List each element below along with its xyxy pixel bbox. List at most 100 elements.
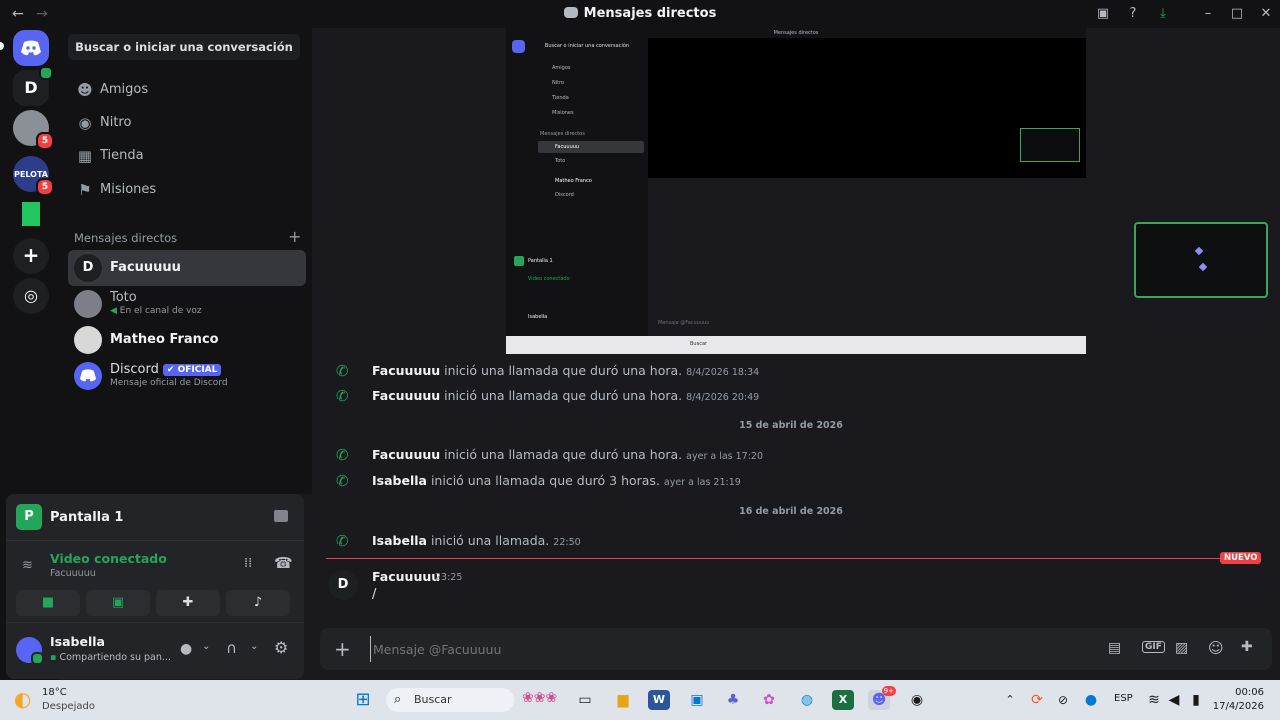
- screen-share-icon: ▣: [111, 595, 125, 610]
- nav-friends[interactable]: ☻ Amigos: [68, 75, 306, 105]
- microphone-tray-icon[interactable]: ●: [1080, 690, 1102, 710]
- message-time: 23:25: [435, 572, 463, 583]
- stream-nav-quests: Misiones: [552, 110, 574, 116]
- create-dm-icon[interactable]: +: [288, 227, 301, 246]
- server-d[interactable]: D: [13, 66, 53, 106]
- task-view-icon[interactable]: ▭: [574, 690, 596, 710]
- activities-button[interactable]: ✚: [156, 590, 220, 616]
- weather-temp[interactable]: 18°C: [42, 687, 67, 698]
- stream-dm-3: Matheo Franco: [555, 178, 592, 184]
- word-icon[interactable]: W: [648, 690, 670, 710]
- disconnect-icon[interactable]: ☎: [274, 554, 293, 572]
- maximize-icon[interactable]: □: [1229, 6, 1245, 22]
- emoji-icon[interactable]: ☺: [1208, 639, 1224, 657]
- network-off-icon[interactable]: ⊘: [1052, 690, 1074, 710]
- server-pelota[interactable]: PELOTA 5: [13, 156, 54, 196]
- language-indicator[interactable]: ESP: [1114, 693, 1133, 704]
- inbox-icon[interactable]: ▣: [1095, 6, 1111, 22]
- dm-item-matheo-franco[interactable]: Matheo Franco: [68, 322, 306, 358]
- new-messages-divider: [326, 558, 1240, 559]
- message-author[interactable]: Facuuuuu: [372, 569, 440, 584]
- camera-icon: ■: [41, 595, 55, 610]
- quests-icon: ⚑: [78, 181, 92, 199]
- dm-item-facuuuuu[interactable]: D Facuuuuu: [68, 250, 306, 286]
- stream-view[interactable]: Mensajes directos Buscar o iniciar una c…: [506, 28, 1086, 354]
- server-avatar[interactable]: 5: [13, 110, 54, 150]
- help-icon[interactable]: ?: [1125, 6, 1141, 22]
- stream-composer: Mensaje @Facuuuuu: [658, 320, 710, 326]
- screen-name: Pantalla 1: [50, 510, 124, 525]
- sync-icon[interactable]: ⟳: [1026, 690, 1048, 710]
- discord-icon: [74, 362, 102, 390]
- gift-icon[interactable]: ▤: [1108, 640, 1121, 656]
- add-server-icon[interactable]: +: [13, 238, 49, 274]
- taskbar-search[interactable]: ⌕ Buscar ❀❀❀: [386, 688, 557, 712]
- copilot-icon[interactable]: ✿: [758, 690, 780, 710]
- cursor-shape: [1194, 246, 1204, 256]
- weather-icon: ◐: [14, 687, 32, 711]
- gif-icon[interactable]: GIF: [1142, 641, 1165, 653]
- obs-icon[interactable]: ◉: [906, 690, 928, 710]
- nav-nitro[interactable]: ◉ Nitro: [68, 108, 306, 138]
- stream-user: Isabella: [528, 314, 548, 320]
- server-green[interactable]: [13, 196, 49, 232]
- nitro-icon: ◉: [78, 114, 92, 132]
- dm-item-toto[interactable]: Toto ◀ En el canal de voz: [68, 286, 306, 322]
- excel-icon[interactable]: X: [832, 690, 854, 710]
- stream-taskbar: Buscar: [506, 336, 1086, 354]
- search-conversation-button[interactable]: Buscar o iniciar una conversación: [68, 34, 300, 60]
- apps-icon[interactable]: ✚: [1241, 639, 1253, 655]
- camera-button[interactable]: ■: [16, 590, 80, 616]
- message-input[interactable]: [370, 636, 1095, 662]
- windows-start-icon[interactable]: ⊞: [352, 690, 374, 710]
- share-screen-button[interactable]: ▣: [86, 590, 150, 616]
- soundboard-icon: ♪: [253, 595, 263, 610]
- download-icon[interactable]: ⤓: [1155, 6, 1171, 22]
- picture-in-picture[interactable]: [1134, 222, 1268, 298]
- soundboard-button[interactable]: ♪: [226, 590, 290, 616]
- microphone-icon[interactable]: ●: [180, 641, 192, 657]
- gear-icon[interactable]: ⚙: [274, 638, 288, 657]
- dm-subtitle: ◀ En el canal de voz: [110, 306, 202, 316]
- discord-icon: [512, 40, 525, 53]
- teams-icon[interactable]: ♣: [722, 690, 744, 710]
- user-name: Isabella: [50, 634, 105, 649]
- dm-item-discord[interactable]: Discord ✔ OFICIAL Mensaje oficial de Disc…: [68, 358, 306, 394]
- tulips-icon: ❀❀❀: [522, 690, 558, 706]
- discord-home-icon[interactable]: [13, 30, 49, 66]
- phone-icon: ✆: [336, 387, 349, 405]
- plus-icon[interactable]: +: [334, 637, 351, 661]
- nav-shop[interactable]: ▦ Tienda: [68, 141, 306, 171]
- popout-icon[interactable]: [274, 510, 288, 522]
- call-message: ✆ Facuuuuu inició una llamada que duró u…: [336, 387, 760, 405]
- message-avatar[interactable]: D: [328, 570, 358, 600]
- stream-nav-friends: Amigos: [552, 65, 571, 71]
- discord-taskbar-icon[interactable]: ☻ 9+: [868, 686, 896, 710]
- chevron-up-icon[interactable]: ⌃: [999, 690, 1021, 710]
- signal-icon: ≋: [22, 558, 33, 573]
- sticker-icon[interactable]: ▨: [1175, 640, 1188, 656]
- edge-icon[interactable]: ◍: [796, 690, 818, 710]
- sound-icon[interactable]: ⁞⁞: [244, 556, 252, 571]
- chevron-down-icon[interactable]: ⌄: [202, 641, 210, 652]
- stream-main: Mensaje @Facuuuuu: [648, 38, 1086, 338]
- stream-taskbar-search: Buscar: [690, 341, 708, 347]
- close-icon[interactable]: ✕: [1258, 6, 1274, 22]
- voice-status[interactable]: Video conectado: [50, 551, 167, 566]
- stream-dm-4: Discord: [555, 192, 574, 198]
- volume-icon[interactable]: ◀: [1163, 690, 1185, 710]
- clock-date[interactable]: 17/4/2026: [1204, 701, 1264, 712]
- activities-icon: ✚: [182, 595, 194, 610]
- phone-icon: ✆: [336, 362, 349, 380]
- chevron-down-icon[interactable]: ⌄: [250, 641, 258, 652]
- nav-quests[interactable]: ⚑ Misiones: [68, 175, 306, 205]
- minimize-icon[interactable]: –: [1200, 6, 1216, 22]
- clock-time[interactable]: 00:06: [1212, 687, 1264, 698]
- wifi-icon[interactable]: ≋: [1143, 690, 1165, 710]
- headphones-icon[interactable]: ∩: [226, 639, 237, 657]
- file-explorer-icon[interactable]: ▆: [612, 690, 634, 710]
- discover-icon[interactable]: ◎: [13, 278, 49, 314]
- user-avatar[interactable]: [16, 637, 44, 665]
- store-icon[interactable]: ▣: [686, 690, 708, 710]
- dm-header: Mensajes directos: [74, 231, 178, 245]
